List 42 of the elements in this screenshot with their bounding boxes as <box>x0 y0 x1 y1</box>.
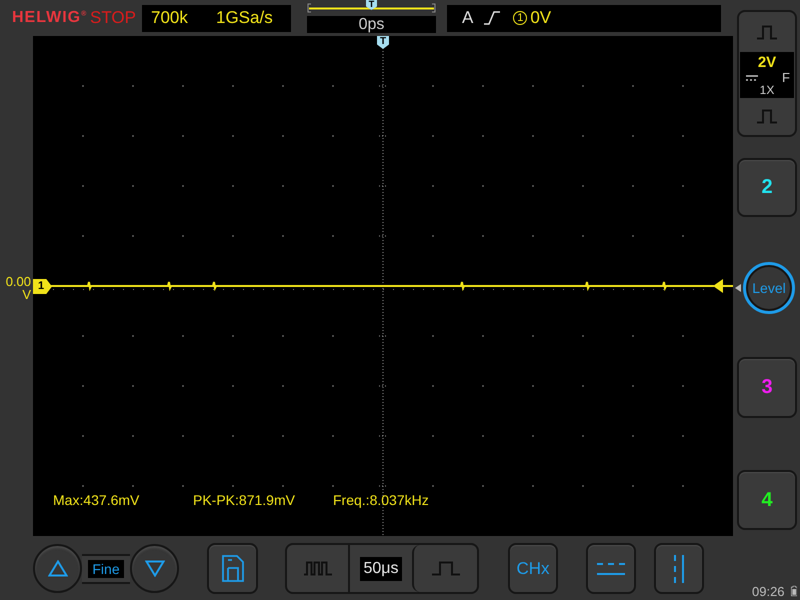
time-offset-value: 0ps <box>307 16 436 33</box>
brand-logo: HELWIG$^{®}$ <box>12 9 86 26</box>
horizontal-cursors-button[interactable] <box>586 543 636 594</box>
offset-value: 0.00 <box>6 275 31 288</box>
trigger-source-channel: 1 <box>513 11 528 25</box>
down-triangle-icon <box>144 560 164 577</box>
trigger-mode-label: A <box>462 8 474 28</box>
measurement-readout: Freq.:8.037kHz <box>333 491 430 509</box>
sample-rate-value: 1GSa/s <box>216 8 273 28</box>
channel-select-button[interactable]: CHx <box>508 543 558 594</box>
vertical-cursors-button[interactable] <box>654 543 704 594</box>
probe-ratio-label: 1X <box>760 84 774 97</box>
vertical-cursors-icon <box>673 554 685 582</box>
pulse-train-icon <box>304 561 332 576</box>
up-button[interactable] <box>33 544 82 593</box>
clock-time: 09:26 <box>752 585 785 599</box>
battery-icon <box>790 583 797 599</box>
channel-1-marker[interactable]: 1 <box>33 279 52 294</box>
pulse-icon <box>432 561 460 576</box>
fine-button[interactable]: Fine <box>88 560 124 578</box>
measurement-readout: Max:437.6mV <box>53 491 140 509</box>
channel-button[interactable]: 2 <box>737 158 797 217</box>
dc-coupling-icon <box>746 74 758 80</box>
run-state-label: STOP <box>90 8 136 27</box>
scale-value: 2V <box>758 54 776 71</box>
save-button[interactable] <box>207 543 258 594</box>
up-triangle-icon <box>48 560 68 577</box>
down-button[interactable] <box>130 544 179 593</box>
measurement-readout: PK-PK:871.9mV <box>193 491 296 509</box>
trigger-level-marker-icon[interactable] <box>713 279 733 293</box>
trigger-position-marker: T <box>377 36 389 49</box>
trigger-level-value: 0V <box>530 8 552 28</box>
pointer-triangle-icon <box>735 284 741 292</box>
memory-depth-value: 700k <box>151 8 189 28</box>
rising-edge-icon <box>484 11 500 25</box>
trigger-position-marker: T <box>366 0 377 10</box>
offset-unit: V <box>22 288 31 301</box>
level-knob[interactable]: Level <box>743 262 795 314</box>
channel-button[interactable]: 4 <box>737 470 797 530</box>
horizontal-cursors-icon <box>597 562 625 576</box>
bandwidth-label: F <box>782 71 790 84</box>
timebase-value: 50μs <box>360 556 402 580</box>
